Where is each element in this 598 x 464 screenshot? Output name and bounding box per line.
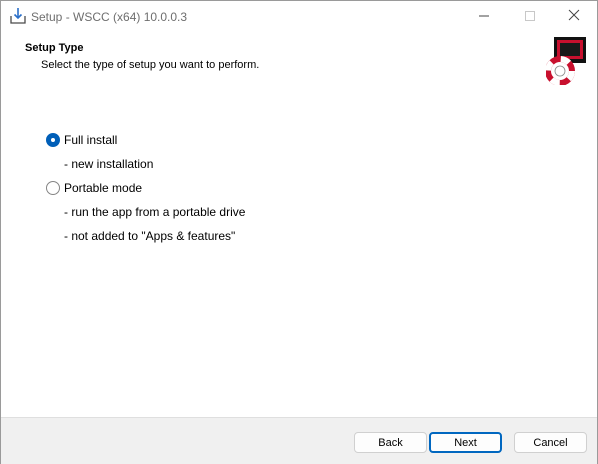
portable-mode-detail: - not added to "Apps & features" bbox=[64, 229, 236, 243]
close-button[interactable] bbox=[551, 1, 597, 32]
full-install-detail: - new installation bbox=[64, 157, 154, 171]
title-bar[interactable]: Setup - WSCC (x64) 10.0.0.3 bbox=[1, 1, 597, 32]
maximize-icon bbox=[525, 8, 535, 26]
back-button[interactable]: Back bbox=[354, 432, 427, 453]
cancel-button[interactable]: Cancel bbox=[514, 432, 587, 453]
setup-type-panel: Full install - new installation Portable… bbox=[1, 90, 597, 417]
wizard-footer: Back Next Cancel bbox=[1, 417, 597, 464]
page-title: Setup Type bbox=[25, 42, 84, 54]
portable-mode-detail: - run the app from a portable drive bbox=[64, 205, 246, 219]
window-title: Setup - WSCC (x64) 10.0.0.3 bbox=[31, 10, 188, 24]
page-subtitle: Select the type of setup you want to per… bbox=[41, 59, 260, 71]
portable-mode-label[interactable]: Portable mode bbox=[64, 181, 142, 195]
wscc-logo-icon bbox=[545, 35, 588, 86]
minimize-button[interactable] bbox=[461, 1, 507, 32]
full-install-label[interactable]: Full install bbox=[64, 133, 117, 147]
maximize-button[interactable] bbox=[507, 1, 553, 32]
minimize-icon bbox=[479, 8, 489, 26]
option-full-install[interactable]: Full install bbox=[46, 133, 117, 147]
full-install-radio[interactable] bbox=[46, 133, 60, 147]
wizard-header: Setup Type Select the type of setup you … bbox=[1, 32, 597, 90]
next-button[interactable]: Next bbox=[429, 432, 502, 453]
installer-icon bbox=[9, 7, 27, 25]
close-icon bbox=[568, 8, 580, 26]
setup-window: Setup - WSCC (x64) 10.0.0.3 Setup Type S… bbox=[0, 0, 598, 464]
portable-mode-radio[interactable] bbox=[46, 181, 60, 195]
option-portable-mode[interactable]: Portable mode bbox=[46, 181, 142, 195]
